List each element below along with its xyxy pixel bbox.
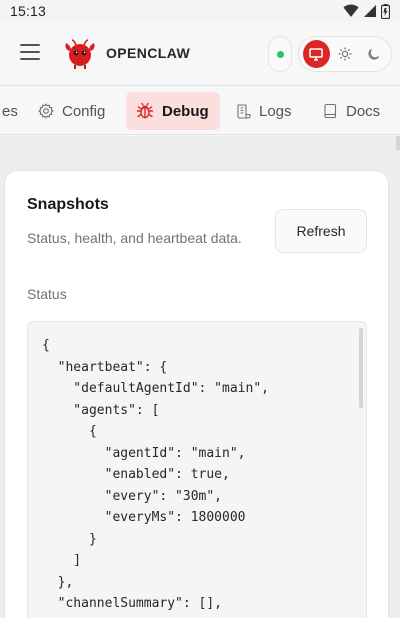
card-title: Snapshots	[27, 196, 109, 213]
tab-docs[interactable]: Docs	[312, 92, 390, 130]
online-dot	[276, 50, 284, 58]
theme-dark-button[interactable]	[360, 40, 387, 68]
system-status-bar: 15:13	[0, 0, 400, 22]
code-scrollbar[interactable]	[359, 328, 363, 408]
tab-logs[interactable]: Logs	[225, 92, 302, 130]
battery-icon	[381, 3, 390, 19]
refresh-button[interactable]: Refresh	[275, 209, 367, 253]
snapshots-card: Snapshots Status, health, and heartbeat …	[4, 170, 389, 618]
status-json-text: { "heartbeat": { "defaultAgentId": "main…	[42, 338, 269, 611]
gear-icon	[38, 103, 54, 119]
theme-light-button[interactable]	[332, 40, 359, 68]
clock: 15:13	[10, 3, 47, 19]
main-content: Snapshots Status, health, and heartbeat …	[0, 136, 400, 618]
scroll-icon	[237, 104, 251, 119]
tab-config[interactable]: Config	[28, 92, 115, 130]
theme-switcher	[298, 36, 392, 72]
connection-status	[268, 36, 292, 72]
menu-icon[interactable]	[20, 44, 40, 60]
tab-debug[interactable]: Debug	[126, 92, 220, 130]
tab-truncated[interactable]: es	[0, 92, 28, 130]
app-header: OPENCLAW	[0, 22, 400, 86]
status-json-viewer: { "heartbeat": { "defaultAgentId": "main…	[27, 321, 367, 618]
openclaw-logo	[65, 39, 95, 69]
brand-name: OPENCLAW	[106, 45, 191, 61]
monitor-icon	[309, 47, 324, 61]
sun-icon	[338, 47, 352, 61]
bug-icon	[136, 102, 154, 119]
signal-icon	[364, 5, 376, 17]
wifi-icon	[343, 4, 359, 17]
card-subtitle: Status, health, and heartbeat data.	[27, 230, 242, 246]
moon-icon	[368, 48, 380, 60]
status-icons	[343, 3, 390, 19]
book-icon	[324, 103, 337, 119]
status-section-label: Status	[27, 286, 67, 302]
theme-system-button[interactable]	[303, 40, 330, 68]
nav-tabs: es Config Debug Logs Docs	[0, 87, 400, 135]
page-scrollbar[interactable]	[396, 136, 400, 150]
